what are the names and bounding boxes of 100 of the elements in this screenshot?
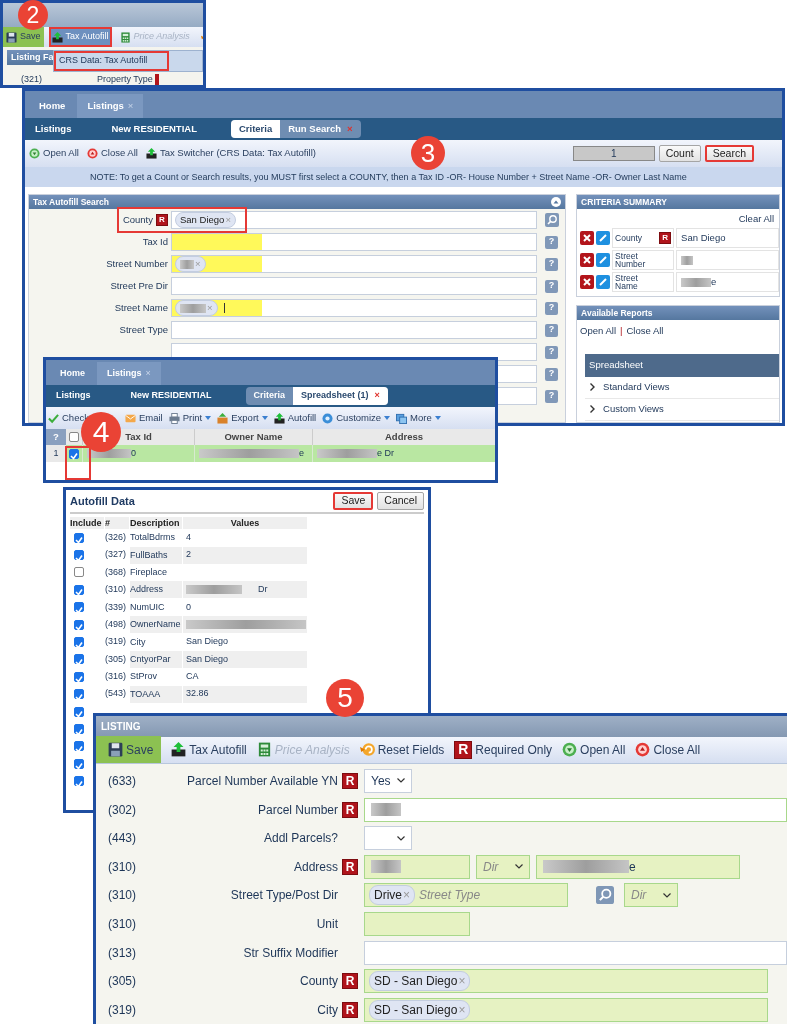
close-icon[interactable]: ×	[374, 390, 380, 401]
nav-link[interactable]: New RESIDENTIAL	[111, 121, 197, 137]
input-field[interactable]: Drive× Street Type	[364, 883, 568, 908]
clear-all-link[interactable]: Clear All	[738, 213, 774, 224]
checkbox[interactable]	[74, 619, 84, 630]
checkbox[interactable]	[74, 654, 84, 665]
input-field[interactable]: e	[536, 854, 740, 879]
menu-item[interactable]: CRS Data: Tax Autofill	[54, 51, 169, 71]
pencil-icon[interactable]	[596, 231, 611, 245]
input-field[interactable]: SD - San Diego×	[364, 997, 768, 1022]
up-arrow-circle-icon	[635, 742, 651, 758]
view-tab[interactable]: Spreadsheet (1) ×	[293, 387, 388, 405]
tray-arrow-icon	[51, 31, 63, 43]
nav-link[interactable]: New RESIDENTIAL	[130, 389, 212, 403]
cancel-button[interactable]: Cancel	[377, 492, 424, 510]
tag-chip[interactable]: Drive×	[369, 885, 416, 906]
tag-chip[interactable]: SD - San Diego×	[369, 971, 471, 992]
search-icon[interactable]	[545, 213, 559, 227]
toolbar-button[interactable]: Tax Autofill	[171, 740, 247, 759]
toolbar-button[interactable]: Close All	[86, 146, 138, 161]
chevron-icon	[590, 383, 596, 391]
toolbar-button[interactable]: Customize	[322, 410, 391, 426]
tab[interactable]: Home	[50, 361, 95, 385]
nav-link[interactable]: Listings	[35, 121, 72, 137]
input-field[interactable]	[171, 321, 537, 339]
checkbox[interactable]	[74, 567, 84, 578]
input-field[interactable]: San Diego×	[171, 211, 537, 229]
toolbar-button[interactable]: Tax Switcher (CRS Data: Tax Autofill)	[145, 146, 316, 161]
toolbar-button[interactable]: Print	[168, 410, 212, 426]
input-field[interactable]	[364, 797, 787, 822]
required-badge: R	[342, 772, 358, 789]
required-badge: R	[342, 973, 358, 990]
input-field[interactable]: SD - San Diego×	[364, 969, 768, 994]
toolbar-button[interactable]: Save	[3, 27, 44, 47]
checkbox[interactable]	[69, 432, 79, 442]
report-view-item[interactable]: Custom Views	[603, 401, 664, 417]
toolbar-button[interactable]: Email	[124, 410, 163, 426]
delete-icon[interactable]	[580, 231, 595, 245]
input-field[interactable]	[364, 911, 470, 936]
nav-link[interactable]: Listings	[56, 389, 91, 403]
tray-arrow-icon	[273, 412, 285, 424]
checkbox[interactable]	[74, 724, 84, 734]
input-field[interactable]	[171, 277, 537, 295]
tag-chip[interactable]: San Diego×	[175, 211, 236, 229]
toolbar-button[interactable]: More	[396, 410, 441, 426]
delete-icon[interactable]	[580, 275, 595, 289]
checkbox[interactable]	[74, 602, 84, 613]
toolbar-button[interactable]: Export	[217, 410, 268, 426]
toolbar-button[interactable]: Save	[96, 736, 162, 764]
view-tab[interactable]: Criteria	[230, 119, 281, 139]
close-all-link[interactable]: Close All	[626, 325, 664, 336]
field-label: Parcel Number Available YN	[187, 772, 338, 790]
checkbox[interactable]	[74, 758, 84, 769]
checkbox[interactable]	[74, 671, 84, 682]
tag-chip[interactable]: SD - San Diego×	[369, 999, 471, 1020]
collapse-icon[interactable]	[551, 197, 562, 207]
report-view-item[interactable]: Standard Views	[603, 379, 670, 395]
toolbar-button[interactable]: Open All	[29, 146, 79, 161]
checkbox[interactable]	[74, 550, 84, 561]
up-arrow-circle-icon	[86, 148, 98, 159]
save-button[interactable]: Save	[333, 492, 374, 510]
toolbar-button[interactable]: Autofill	[273, 410, 317, 426]
field-number: (543)	[105, 687, 127, 701]
open-all-link[interactable]: Open All	[580, 325, 617, 336]
check-icon	[75, 745, 83, 753]
tab[interactable]: Home	[29, 93, 76, 118]
checkbox[interactable]	[74, 532, 84, 543]
chevron-icon	[590, 405, 596, 413]
toolbar-button[interactable]: Close All	[635, 740, 701, 759]
field-value: Dr	[258, 583, 268, 597]
table-row[interactable]: 1 0 e e Dr	[46, 445, 495, 462]
toolbar-button[interactable]: Reset Fields	[359, 740, 445, 759]
input-field[interactable]	[171, 233, 537, 251]
pencil-icon[interactable]	[596, 253, 611, 267]
select-field[interactable]: Yes	[364, 768, 412, 793]
printer-icon	[168, 412, 180, 424]
checkbox[interactable]	[74, 637, 84, 648]
pencil-icon[interactable]	[596, 275, 611, 289]
row-number: 1	[46, 445, 66, 462]
checkbox[interactable]	[74, 689, 84, 700]
toolbar-button[interactable]: R Required Only	[454, 740, 553, 759]
checkbox[interactable]	[74, 741, 84, 752]
input-field[interactable]	[364, 854, 470, 879]
field-number: (313)	[107, 944, 137, 962]
count-button[interactable]: Count	[658, 145, 701, 162]
column-header: #	[105, 517, 129, 529]
search-icon[interactable]	[596, 886, 614, 905]
field-description: StProv	[130, 670, 158, 684]
toolbar-button[interactable]: Open All	[562, 740, 626, 759]
delete-icon[interactable]	[580, 253, 595, 267]
checkbox[interactable]	[74, 776, 84, 787]
input-field[interactable]	[364, 940, 787, 965]
select-field[interactable]	[364, 826, 412, 851]
checkbox[interactable]	[74, 706, 84, 717]
summary-label: Street Number	[615, 251, 647, 269]
checkbox[interactable]	[69, 448, 79, 459]
checkbox[interactable]	[74, 584, 84, 595]
field-description: OwnerName	[130, 616, 182, 634]
search-button[interactable]: Search	[704, 145, 754, 162]
field-description: FullBaths	[130, 546, 182, 564]
